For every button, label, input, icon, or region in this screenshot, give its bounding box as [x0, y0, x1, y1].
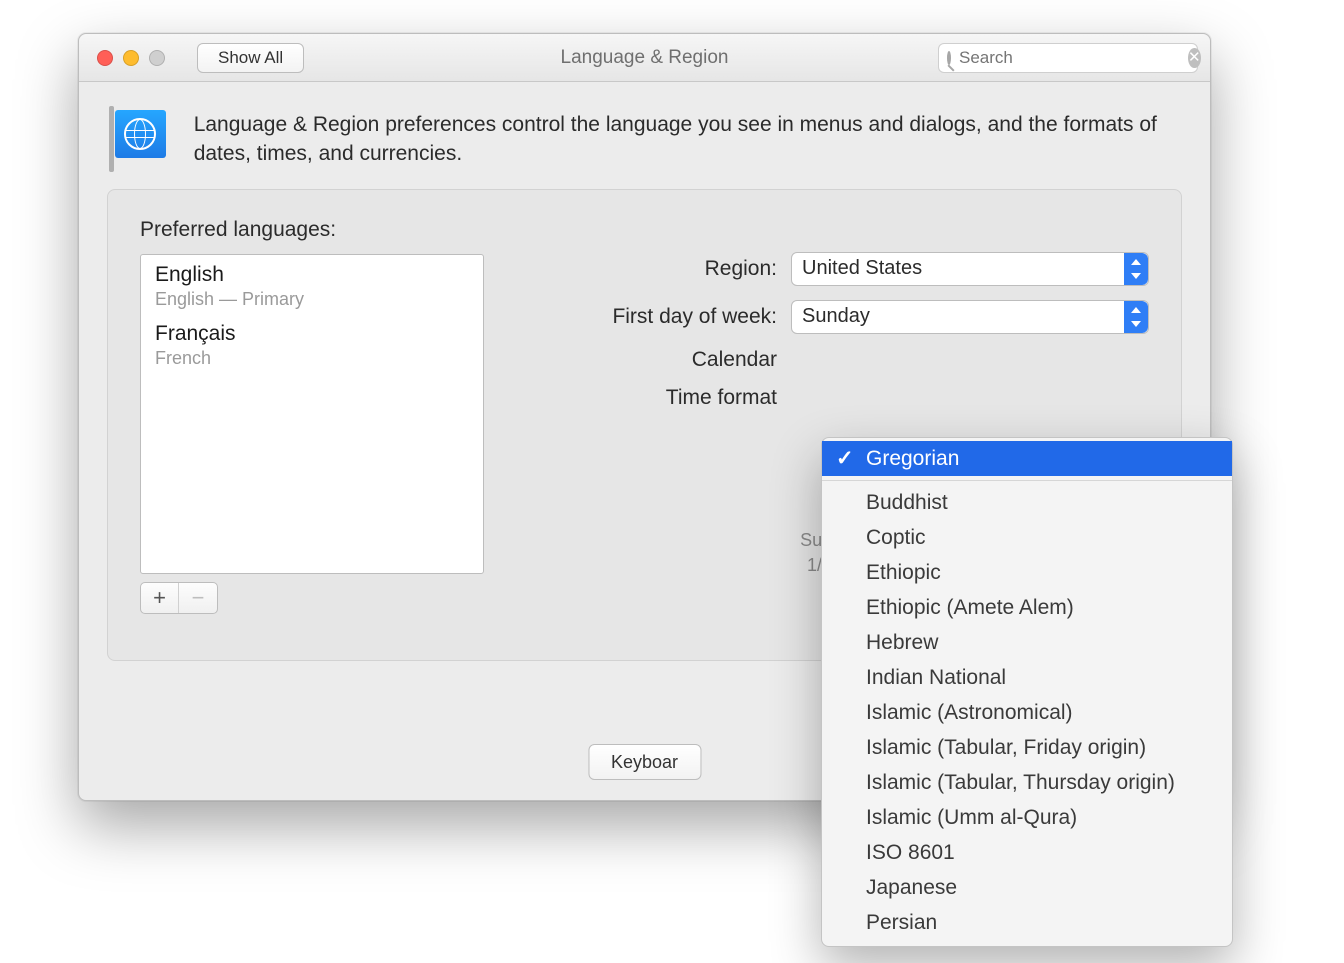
region-popup[interactable]: United States: [791, 252, 1149, 286]
show-all-button[interactable]: Show All: [197, 43, 304, 73]
calendar-option-label: Islamic (Astronomical): [866, 701, 1073, 725]
keyboard-preferences-button[interactable]: Keyboar: [588, 744, 701, 780]
intro-section: Language & Region preferences control th…: [79, 82, 1210, 189]
calendar-option[interactable]: Islamic (Tabular, Thursday origin): [822, 765, 1232, 800]
calendar-option[interactable]: Ethiopic (Amete Alem): [822, 590, 1232, 625]
add-language-button[interactable]: +: [141, 583, 179, 613]
calendar-option-label: Buddhist: [866, 491, 948, 515]
calendar-option[interactable]: Indian National: [822, 660, 1232, 695]
window-controls: [97, 50, 165, 66]
language-subtitle: English — Primary: [155, 289, 469, 310]
remove-language-button: −: [179, 583, 217, 613]
calendar-option[interactable]: Ethiopic: [822, 555, 1232, 590]
calendar-option[interactable]: Buddhist: [822, 485, 1232, 520]
preferred-languages-label: Preferred languages:: [140, 218, 1149, 242]
calendar-option[interactable]: Coptic: [822, 520, 1232, 555]
calendar-dropdown[interactable]: ✓ Gregorian Buddhist Coptic Ethiopic Eth…: [821, 437, 1233, 947]
calendar-option[interactable]: Islamic (Tabular, Friday origin): [822, 730, 1232, 765]
zoom-button: [149, 50, 165, 66]
calendar-option-label: Japanese: [866, 876, 957, 900]
intro-text: Language & Region preferences control th…: [194, 110, 1174, 169]
preferences-window: Show All Language & Region ✕ Language & …: [78, 33, 1211, 801]
calendar-option[interactable]: Islamic (Umm al-Qura): [822, 800, 1232, 835]
calendar-option-label: Islamic (Tabular, Thursday origin): [866, 771, 1175, 795]
calendar-option-label: ISO 8601: [866, 841, 955, 865]
calendar-option-label: Hebrew: [866, 631, 938, 655]
calendar-option-label: Indian National: [866, 666, 1006, 690]
add-remove-control: + −: [140, 582, 218, 614]
calendar-option-label: Persian: [866, 911, 937, 935]
calendar-option-label: Coptic: [866, 526, 926, 550]
popup-stepper-icon: [1124, 301, 1148, 333]
calendar-option[interactable]: Islamic (Astronomical): [822, 695, 1232, 730]
un-flag-icon: [115, 110, 166, 158]
first-day-value: Sunday: [802, 305, 870, 328]
language-subtitle: French: [155, 348, 469, 369]
titlebar: Show All Language & Region ✕: [79, 34, 1210, 82]
popup-stepper-icon: [1124, 253, 1148, 285]
calendar-option-selected[interactable]: ✓ Gregorian: [822, 441, 1232, 476]
search-field[interactable]: ✕: [938, 43, 1198, 73]
menu-separator: [822, 480, 1232, 481]
calendar-option[interactable]: Japanese: [822, 870, 1232, 905]
calendar-option[interactable]: Persian: [822, 905, 1232, 940]
language-list[interactable]: English English — Primary Français Frenc…: [140, 254, 484, 574]
language-item[interactable]: Français French: [141, 314, 483, 373]
first-day-label: First day of week:: [535, 305, 791, 329]
clear-search-icon[interactable]: ✕: [1188, 48, 1201, 68]
minimize-button[interactable]: [123, 50, 139, 66]
checkmark-icon: ✓: [836, 446, 856, 471]
region-label: Region:: [535, 257, 791, 281]
close-button[interactable]: [97, 50, 113, 66]
calendar-option[interactable]: Hebrew: [822, 625, 1232, 660]
first-day-popup[interactable]: Sunday: [791, 300, 1149, 334]
calendar-option-label: Ethiopic: [866, 561, 941, 585]
language-name: English: [155, 263, 469, 287]
language-item[interactable]: English English — Primary: [141, 255, 483, 314]
language-name: Français: [155, 322, 469, 346]
search-icon: [947, 51, 951, 65]
time-format-label: Time format: [535, 386, 791, 410]
calendar-option-label: Islamic (Umm al-Qura): [866, 806, 1077, 830]
calendar-option-label: Ethiopic (Amete Alem): [866, 596, 1074, 620]
calendar-option-label: Islamic (Tabular, Friday origin): [866, 736, 1146, 760]
calendar-option-label: Gregorian: [866, 447, 959, 471]
search-input[interactable]: [959, 48, 1180, 68]
region-settings: Region: United States First day of week:…: [535, 252, 1149, 424]
region-value: United States: [802, 257, 922, 280]
calendar-label: Calendar: [535, 348, 791, 372]
calendar-option[interactable]: ISO 8601: [822, 835, 1232, 870]
